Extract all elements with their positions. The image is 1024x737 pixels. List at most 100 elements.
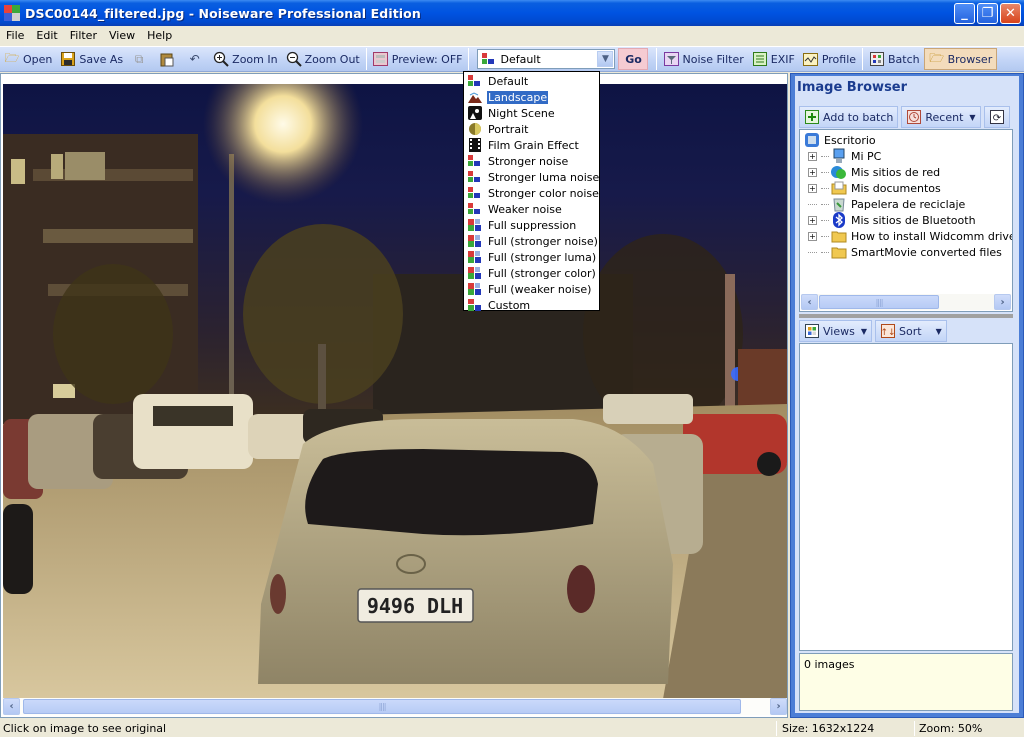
tree-horizontal-scrollbar[interactable]: ‹ |||| › bbox=[801, 294, 1011, 310]
tree-item[interactable]: + Mis documentos bbox=[808, 180, 941, 196]
menu-view[interactable]: View bbox=[103, 29, 141, 42]
preset-option[interactable]: Night Scene bbox=[464, 105, 599, 121]
preset-option[interactable]: Full (stronger color) bbox=[464, 265, 599, 281]
preset-default-icon bbox=[482, 53, 496, 65]
scroll-right-icon[interactable]: › bbox=[770, 698, 787, 715]
scrollbar-thumb[interactable]: |||| bbox=[819, 295, 939, 309]
file-list-toolbar: Views ▼ ↑↓ Sort ▼ bbox=[799, 320, 947, 342]
expand-icon[interactable]: + bbox=[808, 231, 817, 241]
preset-option-label: Custom bbox=[488, 298, 531, 312]
tree-connector bbox=[821, 219, 829, 221]
save-as-button[interactable]: Save As bbox=[56, 48, 127, 70]
photo-preview[interactable]: 9496 DLH bbox=[3, 84, 787, 699]
preview-icon bbox=[373, 51, 389, 67]
image-file-list[interactable] bbox=[799, 343, 1013, 651]
maximize-button[interactable]: ❐ bbox=[977, 3, 998, 24]
preview-toggle-button[interactable]: Preview: OFF bbox=[369, 48, 467, 70]
go-button[interactable]: Go bbox=[618, 48, 649, 70]
preset-option[interactable]: Film Grain Effect bbox=[464, 137, 599, 153]
preset-option[interactable]: Portrait bbox=[464, 121, 599, 137]
folder-icon bbox=[831, 244, 847, 260]
exif-icon bbox=[752, 51, 768, 67]
chevron-down-icon[interactable]: ▼ bbox=[597, 51, 614, 67]
image-browser-title: Image Browser bbox=[797, 80, 908, 95]
portrait-icon bbox=[468, 122, 482, 136]
scroll-right-icon[interactable]: › bbox=[994, 294, 1011, 310]
tree-item[interactable]: + Mi PC bbox=[808, 148, 881, 164]
image-viewer[interactable]: 9496 DLH ‹ |||| › bbox=[0, 73, 788, 718]
expand-icon[interactable]: + bbox=[808, 183, 817, 193]
tree-item[interactable]: SmartMovie converted files bbox=[808, 244, 1002, 260]
open-button[interactable]: 🗁 Open bbox=[0, 48, 56, 70]
menu-filter[interactable]: Filter bbox=[64, 29, 103, 42]
expand-icon[interactable]: + bbox=[808, 215, 817, 225]
sort-button[interactable]: ↑↓ Sort ▼ bbox=[875, 320, 947, 342]
tree-item[interactable]: Escritorio bbox=[804, 132, 876, 148]
recent-button[interactable]: Recent ▼ bbox=[901, 106, 981, 128]
tree-item[interactable]: + Mis sitios de Bluetooth bbox=[808, 212, 976, 228]
tree-connector bbox=[808, 251, 817, 253]
undo-button[interactable]: ↶ bbox=[183, 48, 209, 70]
preset-option[interactable]: Stronger color noise bbox=[464, 185, 599, 201]
folder-tree[interactable]: ‹ |||| › Escritorio + Mi PC + Mis sitios de … bbox=[799, 129, 1013, 312]
preset-option[interactable]: Default bbox=[464, 73, 599, 89]
add-to-batch-button[interactable]: Add to batch bbox=[799, 106, 899, 128]
tree-item[interactable]: + Mis sitios de red bbox=[808, 164, 940, 180]
expand-icon[interactable]: + bbox=[808, 151, 817, 161]
bluetooth-icon bbox=[831, 212, 847, 228]
tree-item[interactable]: Papelera de reciclaje bbox=[808, 196, 965, 212]
minimize-button[interactable]: _ bbox=[954, 3, 975, 24]
zoom-in-button[interactable]: Zoom In bbox=[209, 48, 281, 70]
preset-option[interactable]: Stronger luma noise bbox=[464, 169, 599, 185]
preset-option[interactable]: Full (stronger noise) bbox=[464, 233, 599, 249]
tree-item-label: Mis documentos bbox=[851, 181, 941, 195]
image-count-info: 0 images bbox=[799, 653, 1013, 711]
views-button[interactable]: Views ▼ bbox=[799, 320, 872, 342]
preset-option[interactable]: Full suppression bbox=[464, 217, 599, 233]
tree-item[interactable]: + How to install Widcomm drivers - GS bbox=[808, 228, 1012, 244]
recycle-bin-icon bbox=[831, 196, 847, 212]
preset-full-icon bbox=[468, 219, 482, 231]
preset-option[interactable]: Full (weaker noise) bbox=[464, 281, 599, 297]
scrollbar-thumb[interactable]: |||| bbox=[23, 699, 741, 714]
preset-option[interactable]: Weaker noise bbox=[464, 201, 599, 217]
title-bar: DSC00144_filtered.jpg - Noiseware Profes… bbox=[0, 0, 1024, 26]
tree-connector bbox=[821, 171, 829, 173]
tree-item-label: How to install Widcomm drivers - GS bbox=[851, 229, 1012, 243]
image-horizontal-scrollbar[interactable]: ‹ |||| › bbox=[3, 698, 787, 715]
preset-option[interactable]: Full (stronger luma) bbox=[464, 249, 599, 265]
browser-button[interactable]: 🗁 Browser bbox=[923, 48, 998, 70]
preset-option-label: Night Scene bbox=[488, 106, 555, 120]
toolbar-separator bbox=[468, 48, 470, 70]
copy-button[interactable]: ⧉ bbox=[127, 48, 155, 70]
menu-file[interactable]: File bbox=[0, 29, 30, 42]
expand-icon[interactable]: + bbox=[808, 167, 817, 177]
window-title: DSC00144_filtered.jpg - Noiseware Profes… bbox=[25, 5, 421, 21]
preset-full-icon bbox=[468, 283, 482, 295]
paste-button[interactable] bbox=[155, 48, 183, 70]
desktop-icon bbox=[804, 132, 820, 148]
scroll-left-icon[interactable]: ‹ bbox=[3, 698, 20, 715]
menu-edit[interactable]: Edit bbox=[30, 29, 63, 42]
preset-select[interactable]: Default ▼ bbox=[477, 49, 616, 69]
zoom-out-button[interactable]: Zoom Out bbox=[282, 48, 364, 70]
preset-option[interactable]: Stronger noise bbox=[464, 153, 599, 169]
preset-option[interactable]: Custom bbox=[464, 297, 599, 313]
tree-item-label: Mis sitios de Bluetooth bbox=[851, 213, 976, 227]
profile-button[interactable]: Profile bbox=[799, 48, 860, 70]
preset-option[interactable]: Landscape bbox=[464, 89, 599, 105]
svg-text:↑↓: ↑↓ bbox=[881, 328, 895, 338]
noise-filter-button[interactable]: Noise Filter bbox=[659, 48, 747, 70]
close-button[interactable]: ✕ bbox=[1000, 3, 1021, 24]
exif-button[interactable]: EXIF bbox=[748, 48, 799, 70]
panel-splitter[interactable] bbox=[799, 314, 1013, 318]
tree-item-label: Papelera de reciclaje bbox=[851, 197, 966, 211]
preset-option-label: Stronger color noise bbox=[488, 186, 599, 200]
scroll-left-icon[interactable]: ‹ bbox=[801, 294, 818, 310]
floppy-disk-icon bbox=[60, 51, 76, 67]
batch-button[interactable]: Batch bbox=[865, 48, 924, 70]
preset-default-icon bbox=[468, 75, 482, 87]
menu-help[interactable]: Help bbox=[141, 29, 178, 42]
preset-full-icon bbox=[468, 267, 482, 279]
refresh-button[interactable]: ⟳ bbox=[983, 106, 1010, 128]
